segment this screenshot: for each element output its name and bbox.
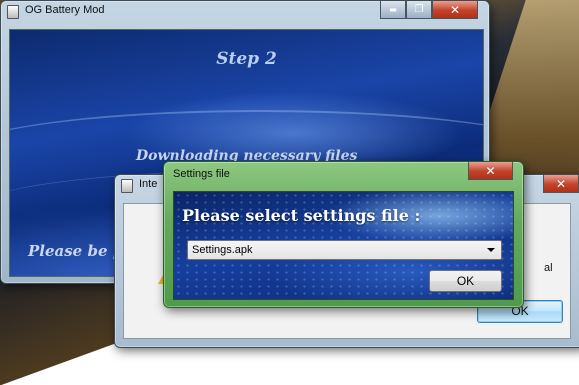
main-window-title: OG Battery Mod [25, 4, 105, 16]
close-button[interactable]: ✕ [543, 175, 579, 193]
settings-dialog: Settings file ✕ Please select settings f… [163, 161, 524, 308]
settings-ok-button[interactable]: OK [429, 270, 502, 292]
settings-heading: Please select settings file : [182, 206, 421, 225]
step-label: Step 2 [216, 49, 277, 69]
main-titlebar[interactable]: OG Battery Mod ▬ ❐ ✕ [1, 1, 489, 23]
app-icon [121, 179, 133, 193]
maximize-button[interactable]: ❐ [406, 1, 432, 19]
settings-client-area: Please select settings file : Settings.a… [173, 191, 514, 300]
minimize-icon: ▬ [389, 5, 397, 14]
settings-file-dropdown[interactable]: Settings.apk [187, 240, 502, 260]
close-button[interactable]: ✕ [432, 1, 478, 19]
maximize-icon: ❐ [414, 4, 424, 15]
dropdown-selected-value: Settings.apk [192, 244, 253, 256]
close-icon: ✕ [449, 2, 461, 17]
app-icon [7, 5, 19, 19]
please-wait-text: Please be p [28, 242, 124, 260]
close-button[interactable]: ✕ [468, 162, 513, 180]
minimize-button[interactable]: ▬ [380, 1, 406, 19]
background-window-title: Inte [139, 178, 158, 190]
dropdown-arrow-icon[interactable] [487, 248, 495, 252]
settings-titlebar[interactable]: Settings file ✕ [164, 162, 523, 184]
settings-dialog-title: Settings file [173, 168, 230, 180]
partial-message-text: al [544, 262, 553, 274]
close-icon: ✕ [555, 176, 567, 191]
close-icon: ✕ [485, 163, 496, 178]
